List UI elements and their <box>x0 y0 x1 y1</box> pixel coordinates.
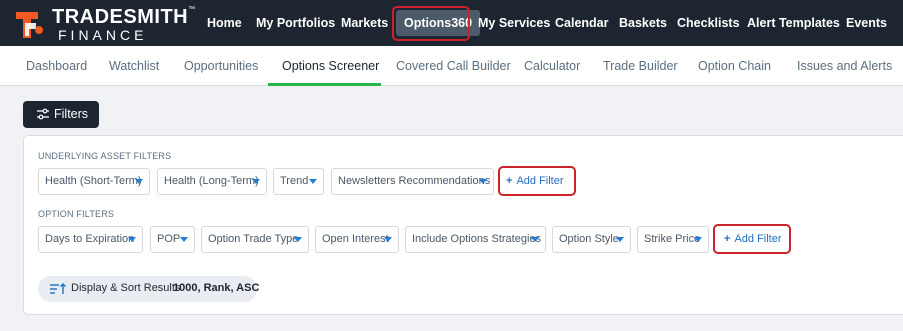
chip-label: Open Interest <box>322 233 389 245</box>
add-option-filter-button[interactable]: + Add Filter <box>724 226 782 253</box>
caret-down-icon <box>128 237 136 242</box>
filter-pop[interactable]: POP <box>150 226 195 253</box>
subnav-covered-call-builder[interactable]: Covered Call Builder <box>396 46 511 86</box>
sort-icon <box>50 283 66 294</box>
chip-label: Strike Price <box>644 233 701 245</box>
filter-health-long-term[interactable]: Health (Long-Term) <box>157 168 267 195</box>
subnav-watchlist[interactable]: Watchlist <box>109 46 159 86</box>
caret-down-icon <box>180 237 188 242</box>
filter-days-to-expiration[interactable]: Days to Expiration <box>38 226 143 253</box>
filter-option-style[interactable]: Option Style <box>552 226 631 253</box>
chip-label: Health (Short-Term) <box>45 175 142 187</box>
display-sort-label: Display & Sort Results <box>71 282 181 294</box>
subnav-issues-and-alerts[interactable]: Issues and Alerts <box>797 46 892 86</box>
plus-icon: + <box>724 233 731 245</box>
filter-health-short-term[interactable]: Health (Short-Term) <box>38 168 150 195</box>
filter-open-interest[interactable]: Open Interest <box>315 226 399 253</box>
caret-down-icon <box>616 237 624 242</box>
caret-down-icon <box>252 179 260 184</box>
filter-option-trade-type[interactable]: Option Trade Type <box>201 226 309 253</box>
sub-navigation-bar: Dashboard Watchlist Opportunities Option… <box>0 46 903 86</box>
add-filter-label: Add Filter <box>734 233 782 245</box>
nav-options360[interactable]: Options360 <box>396 10 481 36</box>
subnav-opportunities[interactable]: Opportunities <box>184 46 258 86</box>
filter-trend[interactable]: Trend <box>273 168 324 195</box>
caret-down-icon <box>294 237 302 242</box>
plus-icon: + <box>506 175 513 187</box>
option-filters-title: OPTION FILTERS <box>38 209 115 219</box>
brand-subname: FINANCE <box>58 27 148 43</box>
brand-name: TRADESMITH™ <box>52 6 196 28</box>
caret-down-icon <box>384 237 392 242</box>
filters-panel: UNDERLYING ASSET FILTERS Health (Short-T… <box>23 135 903 315</box>
filters-button-label: Filters <box>54 107 89 121</box>
caret-down-icon <box>479 179 487 184</box>
nav-my-services[interactable]: My Services <box>478 0 550 46</box>
nav-checklists[interactable]: Checklists <box>677 0 740 46</box>
chip-label: Option Trade Type <box>208 233 299 245</box>
filter-strike-price[interactable]: Strike Price <box>637 226 709 253</box>
filter-include-options-strategies[interactable]: Include Options Strategies <box>405 226 546 253</box>
nav-my-portfolios[interactable]: My Portfolios <box>256 0 335 46</box>
chip-label: Newsletters Recommendations <box>338 175 491 187</box>
nav-alert-templates[interactable]: Alert Templates <box>747 0 840 46</box>
underlying-asset-filters-title: UNDERLYING ASSET FILTERS <box>38 151 172 161</box>
chip-label: POP <box>157 233 181 245</box>
chip-label: Trend <box>280 175 309 187</box>
caret-down-icon <box>694 237 702 242</box>
caret-down-icon <box>135 179 143 184</box>
subnav-dashboard[interactable]: Dashboard <box>26 46 87 86</box>
caret-down-icon <box>531 237 539 242</box>
add-filter-label: Add Filter <box>516 175 564 187</box>
caret-down-icon <box>309 179 317 184</box>
chip-label: Days to Expiration <box>45 233 135 245</box>
chip-label: Option Style <box>559 233 619 245</box>
chip-label: Include Options Strategies <box>412 233 542 245</box>
sliders-icon <box>37 108 49 120</box>
nav-calendar[interactable]: Calendar <box>555 0 609 46</box>
nav-home[interactable]: Home <box>207 0 242 46</box>
add-underlying-filter-button[interactable]: + Add Filter <box>506 168 564 195</box>
active-tab-indicator <box>268 83 381 86</box>
filters-button[interactable]: Filters <box>23 101 99 128</box>
subnav-options-screener[interactable]: Options Screener <box>282 46 379 86</box>
subnav-trade-builder[interactable]: Trade Builder <box>603 46 678 86</box>
display-sort-results-button[interactable]: Display & Sort Results 1000, Rank, ASC <box>38 276 260 302</box>
top-navigation-bar: TRADESMITH™ FINANCE Home My Portfolios M… <box>0 0 903 46</box>
filter-newsletters-recommendations[interactable]: Newsletters Recommendations <box>331 168 494 195</box>
chip-label: Health (Long-Term) <box>164 175 259 187</box>
subnav-calculator[interactable]: Calculator <box>524 46 580 86</box>
nav-events[interactable]: Events <box>846 0 887 46</box>
nav-baskets[interactable]: Baskets <box>619 0 667 46</box>
subnav-option-chain[interactable]: Option Chain <box>698 46 771 86</box>
nav-markets[interactable]: Markets <box>341 0 388 46</box>
tradesmith-logo-icon <box>16 12 43 38</box>
display-sort-value: 1000, Rank, ASC <box>173 282 260 294</box>
